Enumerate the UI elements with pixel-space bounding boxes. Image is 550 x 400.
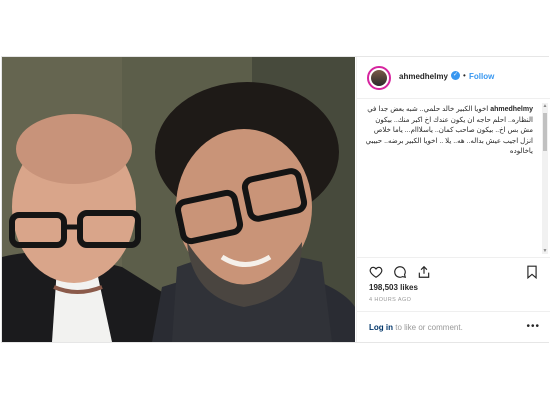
avatar[interactable] — [367, 66, 391, 90]
post-side-panel: ahmedhelmy ✓ • Follow ahmedhelmy اخويا ا… — [356, 57, 550, 342]
share-icon[interactable] — [417, 265, 431, 279]
heart-icon[interactable] — [369, 265, 383, 279]
header-separator: • — [463, 71, 466, 80]
instagram-post: ahmedhelmy ✓ • Follow ahmedhelmy اخويا ا… — [1, 56, 550, 343]
post-header: ahmedhelmy ✓ • Follow — [357, 57, 550, 99]
post-caption: ahmedhelmy اخويا الكبير خالد حلمي.. شبه … — [363, 105, 533, 255]
comment-icon[interactable] — [393, 265, 407, 279]
login-rest-text: to like or comment. — [393, 323, 463, 332]
verified-badge-icon: ✓ — [451, 71, 460, 80]
username-link[interactable]: ahmedhelmy — [399, 72, 448, 81]
login-row: Log in to like or comment. ••• — [357, 311, 550, 342]
photo-illustration — [2, 57, 355, 342]
login-link[interactable]: Log in — [369, 323, 393, 332]
caption-text: اخويا الكبير خالد حلمي.. شبه بعض جدا في … — [365, 106, 533, 155]
likes-count[interactable]: 198,503 likes — [369, 283, 418, 292]
scroll-down-icon[interactable]: ▼ — [542, 248, 548, 254]
scrollbar-thumb[interactable] — [543, 113, 547, 151]
more-options-icon[interactable]: ••• — [526, 321, 540, 332]
caption-scrollbar[interactable]: ▲ ▼ — [542, 103, 548, 254]
post-timestamp: 4 HOURS AGO — [369, 297, 412, 303]
bookmark-icon[interactable] — [525, 265, 539, 280]
login-prompt: Log in to like or comment. — [369, 323, 463, 332]
avatar-image — [371, 70, 387, 86]
follow-button[interactable]: Follow — [469, 72, 494, 81]
scroll-up-icon[interactable]: ▲ — [542, 103, 548, 109]
action-bar — [357, 257, 550, 284]
post-photo[interactable] — [2, 57, 355, 342]
caption-username[interactable]: ahmedhelmy — [490, 106, 533, 113]
